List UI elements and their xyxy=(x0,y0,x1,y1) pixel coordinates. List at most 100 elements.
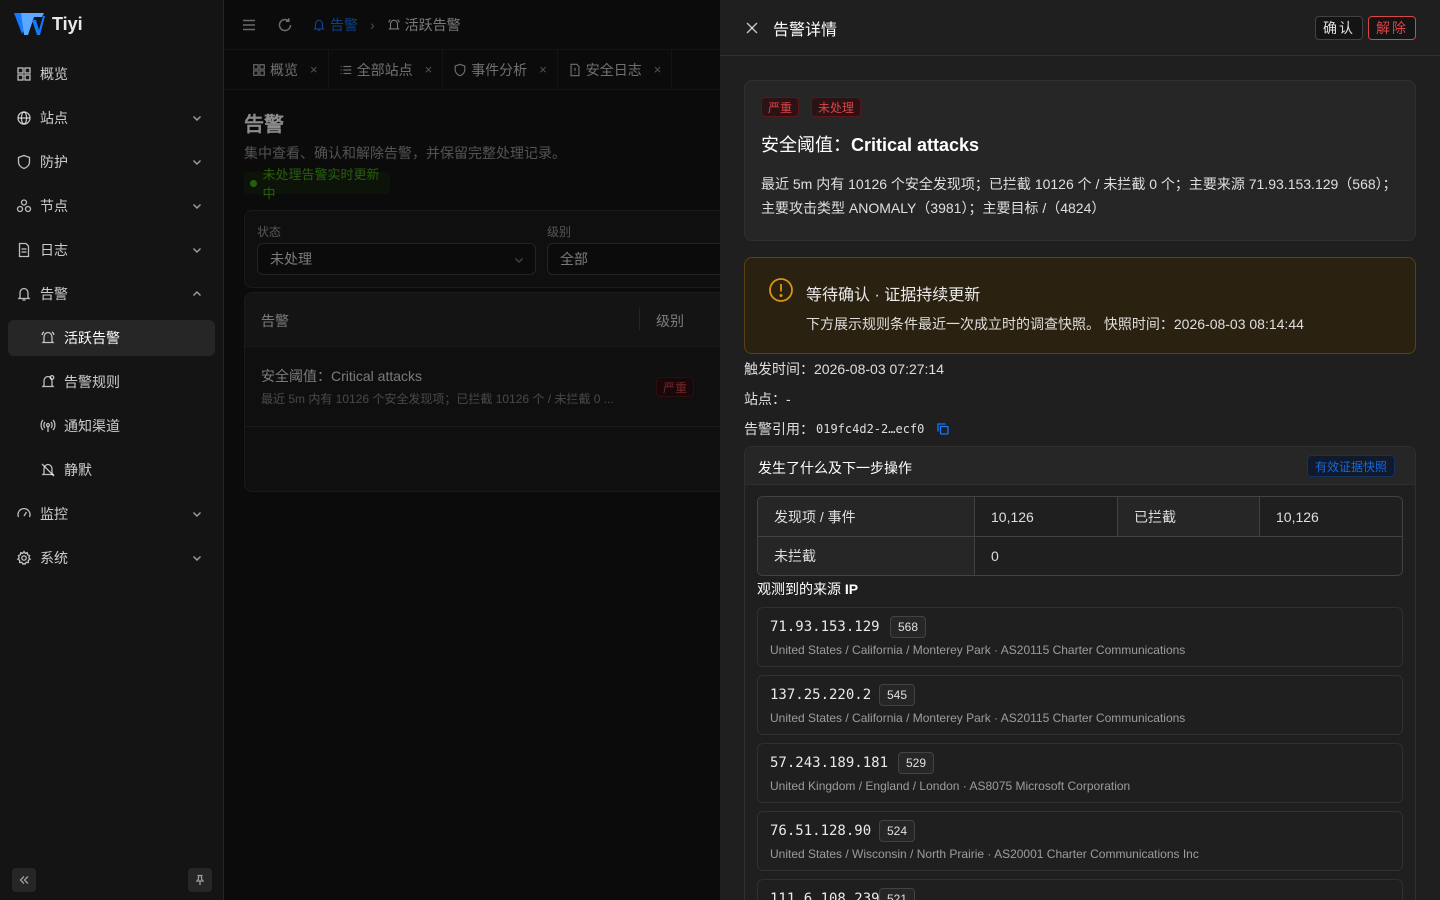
drawer-header: 告警详情 确认 解除 xyxy=(720,0,1440,56)
bell-icon xyxy=(17,287,31,301)
sidebar-item-label: 防护 xyxy=(40,154,68,170)
sidebar-item-silence[interactable]: 静默 xyxy=(8,452,215,488)
chevron-up-icon xyxy=(193,291,201,296)
sidebar-item-label: 日志 xyxy=(40,242,68,258)
rule-prefix: 安全阈值： xyxy=(761,135,851,155)
app-name: Tiyi xyxy=(52,13,83,34)
pending-confirmation-alert: 等待确认 · 证据持续更新 下方展示规则条件最近一次成立时的调查快照。 快照时间… xyxy=(744,257,1416,354)
stats-row: 未拦截 0 xyxy=(758,536,1402,575)
gear-icon xyxy=(16,550,32,566)
source-geo: United States / California / Monterey Pa… xyxy=(770,643,1186,657)
globe-icon xyxy=(17,111,31,125)
sidebar-item-alert-rules[interactable]: 告警规则 xyxy=(8,364,215,400)
file-icon xyxy=(18,242,30,258)
status-badge: 未处理 xyxy=(811,97,862,117)
gauge-icon xyxy=(17,507,31,518)
what-happened-card: 发生了什么及下一步操作 有效证据快照 发现项 / 事件 10,126 已拦截 1… xyxy=(744,446,1416,900)
source-count-badge: 521 xyxy=(879,888,916,900)
summary-line: 最近 5m 内有 10126 个安全发现项；已拦截 10126 个 / 未拦截 … xyxy=(761,176,1397,192)
sidebar-item-overview[interactable]: 概览 xyxy=(8,56,215,92)
site-label: 站点： xyxy=(744,391,786,407)
source-ip-item[interactable]: 111.6.108.239 521 xyxy=(757,879,1403,900)
alert-tags: 严重 未处理 xyxy=(761,97,1399,117)
chevron-down-icon xyxy=(193,116,201,121)
site-value: - xyxy=(786,391,791,407)
sidebar: Tiyi 概览 站点 防护 节点 日志 告警 活跃告警 告警规则 通知渠道 静默… xyxy=(0,0,224,900)
findings-label: 发现项 / 事件 xyxy=(758,497,975,536)
close-icon[interactable] xyxy=(744,20,760,36)
resolve-button[interactable]: 解除 xyxy=(1368,16,1416,40)
section-title: 发生了什么及下一步操作 xyxy=(758,460,912,476)
collapse-sidebar-button[interactable] xyxy=(12,868,36,892)
logo[interactable]: Tiyi xyxy=(0,0,223,48)
broadcast-icon xyxy=(40,419,56,432)
triggered-time: 触发时间： 2026-08-03 07:27:14 xyxy=(744,354,1416,384)
warning-title: 等待确认 · 证据持续更新 xyxy=(806,287,981,304)
nodes-icon xyxy=(16,199,32,213)
source-ip-item[interactable]: 71.93.153.129 568 United States / Califo… xyxy=(757,607,1403,667)
chevron-down-icon xyxy=(193,160,201,165)
chevron-down-icon xyxy=(193,512,201,517)
drawer-body: 严重 未处理 安全阈值：Critical attacks 最近 5m 内有 10… xyxy=(720,56,1440,900)
section-body: 发现项 / 事件 10,126 已拦截 10,126 未拦截 0 观测到的来源 … xyxy=(745,485,1415,900)
sidebar-item-logs[interactable]: 日志 xyxy=(8,232,215,268)
source-geo: United Kingdom / England / London · AS80… xyxy=(770,779,1131,793)
triggered-value: 2026-08-03 07:27:14 xyxy=(814,361,944,377)
pin-sidebar-button[interactable] xyxy=(188,868,212,892)
bell-ring-icon xyxy=(41,331,55,344)
site-info: 站点： - xyxy=(744,384,1416,414)
bell-off-icon xyxy=(41,463,55,477)
chevron-down-icon xyxy=(193,204,201,209)
sidebar-item-system[interactable]: 系统 xyxy=(8,540,215,576)
severity-badge: 严重 xyxy=(761,97,800,117)
copy-icon[interactable] xyxy=(936,422,950,436)
source-count-badge: 524 xyxy=(879,820,916,842)
stats-table: 发现项 / 事件 10,126 已拦截 10,126 未拦截 0 xyxy=(757,496,1403,576)
source-geo: United States / California / Monterey Pa… xyxy=(770,711,1186,725)
sidebar-item-label: 系统 xyxy=(40,550,68,566)
chevron-down-icon xyxy=(193,556,201,561)
source-ip-item[interactable]: 57.243.189.181 529 United Kingdom / Engl… xyxy=(757,743,1403,803)
ref-label: 告警引用： xyxy=(744,421,814,437)
alert-rule-title: 安全阈值：Critical attacks xyxy=(761,131,1399,157)
sidebar-item-nodes[interactable]: 节点 xyxy=(8,188,215,224)
source-ip-item[interactable]: 137.25.220.2 545 United States / Califor… xyxy=(757,675,1403,735)
sidebar-item-sites[interactable]: 站点 xyxy=(8,100,215,136)
findings-value: 10,126 xyxy=(975,497,1118,536)
rule-name: Critical attacks xyxy=(851,135,980,155)
sidebar-item-label: 告警规则 xyxy=(64,374,120,390)
chevron-down-icon xyxy=(193,248,201,253)
triggered-label: 触发时间： xyxy=(744,361,814,377)
source-geo: United States / Wisconsin / North Prairi… xyxy=(770,847,1199,861)
sidebar-item-alerts[interactable]: 告警 xyxy=(8,276,215,312)
sidebar-item-label: 监控 xyxy=(40,506,68,522)
ref-value: 019fc4d2-2…ecf0 xyxy=(816,422,925,436)
alert-summary-card: 严重 未处理 安全阈值：Critical attacks 最近 5m 内有 10… xyxy=(744,80,1416,241)
alert-summary: 最近 5m 内有 10126 个安全发现项；已拦截 10126 个 / 未拦截 … xyxy=(761,172,1399,220)
shield-icon xyxy=(17,154,31,170)
sidebar-item-notify-channels[interactable]: 通知渠道 xyxy=(8,408,215,444)
source-ip: 71.93.153.129 xyxy=(770,619,880,635)
exclamation-circle-icon xyxy=(769,278,793,302)
sidebar-item-label: 活跃告警 xyxy=(64,330,120,346)
source-count-badge: 529 xyxy=(898,752,935,774)
drawer-title: 告警详情 xyxy=(773,21,838,39)
sidebar-item-monitoring[interactable]: 监控 xyxy=(8,496,215,532)
confirm-button[interactable]: 确认 xyxy=(1315,16,1363,40)
pin-icon xyxy=(195,874,205,885)
sidebar-item-label: 通知渠道 xyxy=(64,418,120,434)
source-count-badge: 568 xyxy=(890,616,927,638)
sources-title-suffix: IP xyxy=(844,581,859,597)
sidebar-item-protection[interactable]: 防护 xyxy=(8,144,215,180)
sidebar-menu: 概览 站点 防护 节点 日志 告警 活跃告警 告警规则 通知渠道 静默 监控 系… xyxy=(0,56,223,576)
alert-reference: 告警引用： 019fc4d2-2…ecf0 xyxy=(744,414,1416,444)
sources-title-prefix: 观测到的来源 xyxy=(757,581,845,597)
bell-rule-icon xyxy=(41,375,55,388)
double-chevron-left-icon xyxy=(19,876,29,884)
logo-icon xyxy=(14,13,45,35)
sidebar-item-active-alerts[interactable]: 活跃告警 xyxy=(8,320,215,356)
sidebar-item-label: 静默 xyxy=(64,462,92,478)
alert-detail-drawer: 告警详情 确认 解除 严重 未处理 安全阈值：Critical attacks … xyxy=(720,0,1440,900)
source-ip-item[interactable]: 76.51.128.90 524 United States / Wiscons… xyxy=(757,811,1403,871)
dashboard-icon xyxy=(17,67,31,81)
